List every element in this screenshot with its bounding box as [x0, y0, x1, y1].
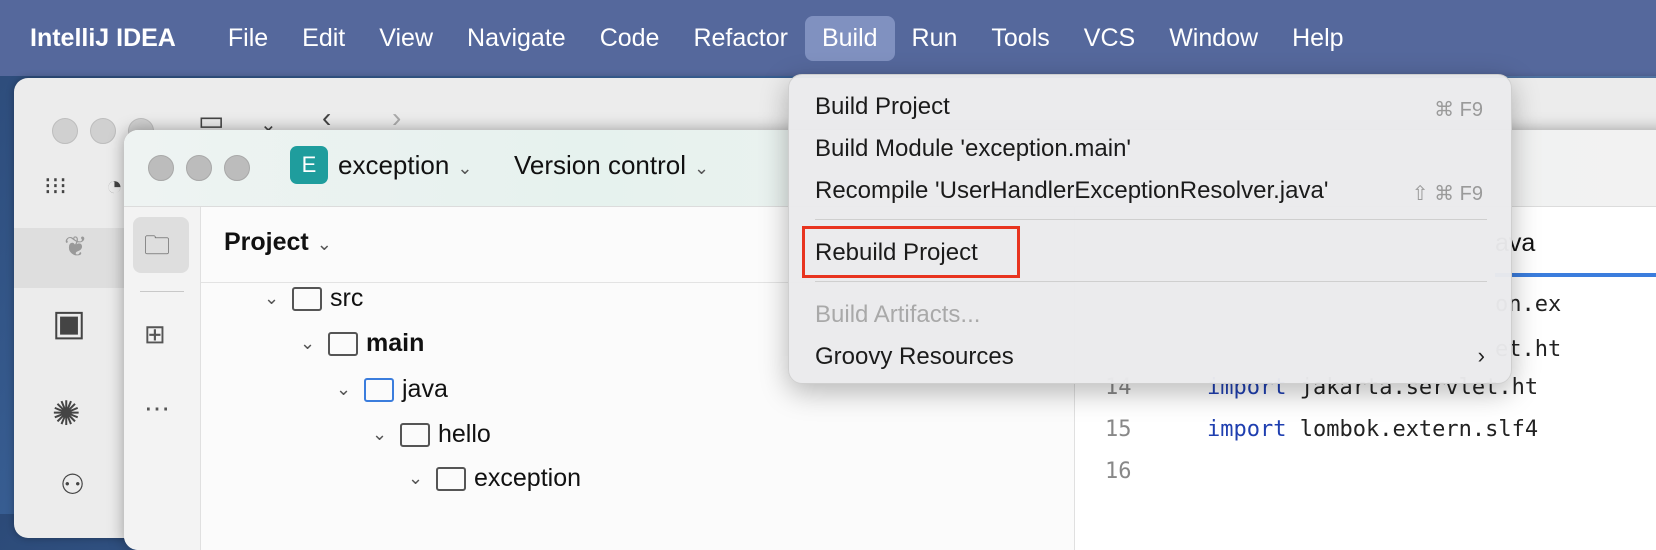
folder-icon[interactable]: 🗀: [144, 227, 170, 271]
folder-icon: [292, 286, 322, 311]
menu-item-groovy-resources[interactable]: Groovy Resources: [815, 343, 1014, 371]
chevron-right-icon: ›: [1477, 343, 1485, 368]
tree-item-main[interactable]: ⌄ main: [300, 329, 424, 358]
project-badge[interactable]: E: [290, 146, 328, 184]
close-button[interactable]: [52, 118, 78, 144]
menu-separator: [815, 219, 1487, 220]
menu-run[interactable]: Run: [895, 16, 975, 61]
tree-item-java[interactable]: ⌄ java: [336, 375, 448, 404]
project-selector[interactable]: exception ⌄: [338, 150, 472, 181]
chevron-down-icon: ⌄: [693, 158, 710, 178]
menu-item-build-module[interactable]: Build Module 'exception.main': [815, 135, 1131, 163]
menu-view[interactable]: View: [362, 16, 450, 61]
github-icon[interactable]: ◔: [106, 170, 123, 202]
panel-title-label: Project: [224, 228, 309, 256]
menu-item-build-project[interactable]: Build Project: [815, 93, 950, 121]
vcs-label: Version control: [514, 150, 686, 180]
menu-navigate[interactable]: Navigate: [450, 16, 583, 61]
chevron-down-icon: ⌄: [457, 158, 473, 178]
close-button[interactable]: [148, 155, 174, 181]
package-icon: [400, 422, 430, 447]
chevron-down-icon[interactable]: ⌄: [300, 333, 320, 354]
code-text: lombok.extern.slf4: [1286, 417, 1539, 442]
highlight-box: [802, 226, 1020, 278]
menu-separator: [815, 281, 1487, 282]
openai-icon[interactable]: ✺: [52, 394, 81, 434]
line-number: 15: [1105, 417, 1132, 442]
active-tab-indicator: [1495, 273, 1656, 277]
package-icon: [436, 466, 466, 491]
shortcut-label: ⇧ ⌘ F9: [1411, 183, 1483, 205]
tree-label: java: [402, 375, 448, 403]
shortcut-label: ⌘ F9: [1434, 99, 1483, 121]
menu-item-build-artifacts: Build Artifacts...: [815, 301, 981, 328]
line-number: 16: [1105, 459, 1132, 484]
menu-help[interactable]: Help: [1275, 16, 1360, 61]
structure-icon[interactable]: ⊞: [144, 319, 166, 350]
divider: [140, 291, 184, 292]
chevron-down-icon[interactable]: ⌄: [264, 288, 284, 309]
chevron-down-icon[interactable]: ⌄: [372, 424, 392, 445]
tool-window-strip: 🗀 ⊞ ⋯: [124, 207, 201, 550]
vcs-selector[interactable]: Version control ⌄: [514, 150, 709, 181]
project-name: exception: [338, 150, 450, 180]
source-root-folder-icon: [328, 331, 358, 356]
menu-window[interactable]: Window: [1152, 16, 1275, 61]
menu-file[interactable]: File: [211, 16, 285, 61]
tree-item-exception[interactable]: ⌄ exception: [408, 464, 581, 493]
more-icon[interactable]: ⋯: [144, 393, 170, 424]
menu-build[interactable]: Build: [804, 15, 895, 61]
tree-label: main: [366, 329, 425, 357]
tree-label: src: [330, 284, 364, 312]
menu-vcs[interactable]: VCS: [1067, 16, 1152, 61]
minimize-button[interactable]: [90, 118, 116, 144]
code-line: import lombok.extern.slf4: [1207, 417, 1538, 442]
tree-item-src[interactable]: ⌄ src: [264, 284, 363, 313]
project-panel-title[interactable]: Project ⌄: [224, 228, 332, 257]
spring-leaf-icon[interactable]: ❦: [64, 230, 87, 263]
menu-tools[interactable]: Tools: [974, 16, 1066, 61]
menu-item-recompile[interactable]: Recompile 'UserHandlerExceptionResolver.…: [815, 177, 1328, 205]
chevron-down-icon[interactable]: ⌄: [336, 379, 356, 400]
apps-grid-icon[interactable]: ⁝⁝⁝: [44, 172, 67, 201]
menu-refactor[interactable]: Refactor: [676, 16, 804, 61]
sidebar-icon[interactable]: ▣: [52, 302, 86, 344]
source-folder-icon: [364, 377, 394, 402]
tree-item-hello[interactable]: ⌄ hello: [372, 420, 491, 449]
people-icon[interactable]: ⚇: [60, 468, 85, 501]
chevron-down-icon: ⌄: [316, 234, 332, 254]
keyword: import: [1207, 417, 1287, 442]
tree-label: exception: [474, 464, 582, 492]
zoom-button[interactable]: [224, 155, 250, 181]
chevron-down-icon[interactable]: ⌄: [408, 468, 428, 489]
app-menu[interactable]: IntelliJ IDEA: [30, 24, 176, 53]
minimize-button[interactable]: [186, 155, 212, 181]
menu-code[interactable]: Code: [583, 16, 677, 61]
tree-label: hello: [438, 420, 491, 448]
menu-edit[interactable]: Edit: [285, 16, 362, 61]
menu-bar: IntelliJ IDEA File Edit View Navigate Co…: [0, 0, 1656, 76]
